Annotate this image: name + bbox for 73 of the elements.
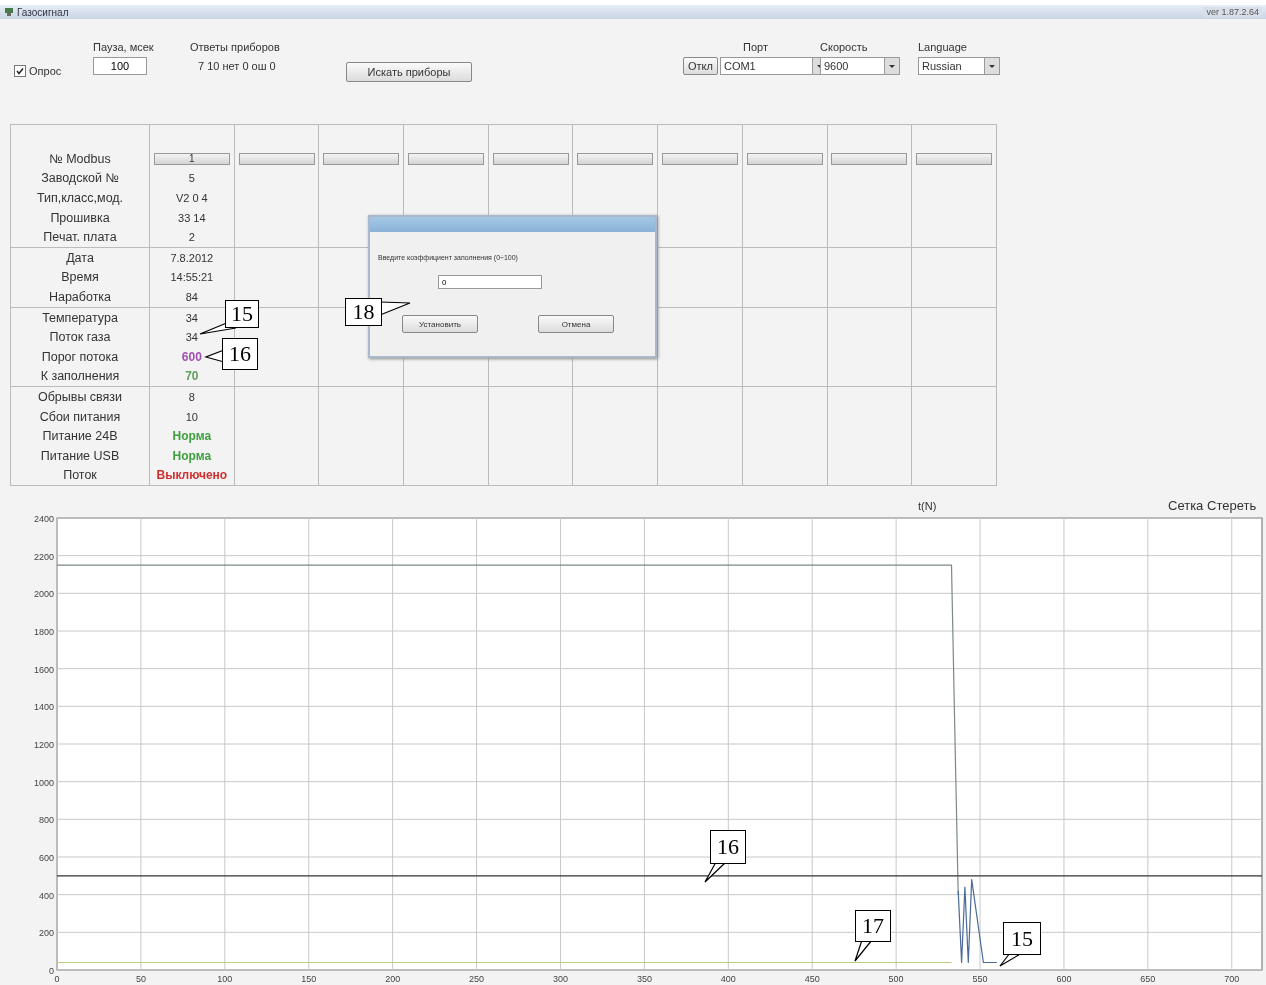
port-label: Порт	[743, 41, 768, 53]
x-tick-label: 50	[135, 974, 146, 984]
y-tick-label: 800	[38, 815, 54, 826]
callout-label: 16	[222, 338, 258, 370]
x-tick-label: 100	[217, 974, 233, 984]
table-cell: 14:55:21	[170, 271, 214, 284]
row-label: Тип,класс,мод.	[36, 191, 124, 205]
row-label: Время	[61, 270, 99, 285]
row-label: Наработка	[48, 289, 112, 304]
x-tick-label: 0	[54, 974, 60, 984]
x-tick-label: 500	[888, 974, 904, 984]
y-tick-label: 2200	[33, 551, 54, 562]
callout-label: 15	[225, 300, 259, 328]
answers-label: Ответы приборов	[190, 41, 280, 53]
x-tick-label: 300	[552, 974, 568, 984]
row-label: Заводской №	[41, 171, 119, 186]
table-cell: 33 14	[178, 211, 206, 224]
y-tick-label: 400	[38, 890, 54, 901]
row-label: Поток газа	[49, 330, 111, 345]
y-tick-label: 1600	[33, 664, 54, 675]
table-cell: 10	[185, 410, 198, 423]
x-tick-label: 250	[469, 974, 485, 984]
y-tick-label: 1200	[33, 740, 54, 750]
table-cell: 84	[185, 290, 198, 303]
table-cell: 8	[188, 390, 195, 403]
y-tick-label: 600	[38, 853, 54, 863]
table-cell: 34	[185, 331, 198, 344]
version-label: ver 1.87.2.64	[1203, 7, 1262, 17]
y-tick-label: 2000	[33, 589, 54, 600]
x-tick-label: 700	[1224, 974, 1240, 984]
y-tick-label: 200	[38, 928, 54, 939]
table-cell: Норма	[172, 448, 212, 463]
x-tick-label: 200	[385, 974, 401, 984]
x-tick-label: 550	[972, 974, 988, 984]
row-label: Порог потока	[41, 349, 119, 364]
table-cell: Выключено	[156, 468, 228, 483]
table-cell: 70	[185, 369, 199, 384]
row-label: Поток	[63, 468, 97, 483]
row-label: № Modbus	[49, 151, 111, 166]
row-label: Температура	[42, 310, 118, 325]
x-tick-label: 450	[804, 974, 820, 984]
row-label: Дата	[66, 250, 94, 265]
row-label: Питание 24В	[42, 429, 118, 444]
y-tick-label: 1000	[33, 777, 54, 788]
y-tick-label: 1400	[33, 702, 54, 713]
x-tick-label: 400	[720, 974, 736, 984]
table-cell: 5	[188, 172, 195, 185]
row-label: Печат. плата	[43, 230, 117, 245]
answers-value: 7 10 нет 0 ош 0	[197, 59, 276, 72]
table-cell: V2 0 4	[175, 192, 208, 204]
table-cell: 2	[188, 231, 195, 244]
table-cell: 7.8.2012	[170, 251, 214, 264]
y-tick-label: 0	[49, 966, 54, 976]
x-tick-label: 650	[1140, 974, 1156, 984]
pause-label: Пауза, мсек	[93, 41, 154, 53]
axis-label: t(N)	[918, 500, 937, 512]
x-tick-label: 150	[301, 974, 317, 984]
window-title: Газосигнал	[17, 6, 69, 18]
language-label: Language	[918, 41, 967, 53]
poll-label: Опрос	[29, 65, 62, 77]
y-tick-label: 2400	[33, 514, 54, 524]
table-cell: 34	[185, 311, 198, 324]
row-label: К заполнения	[40, 369, 120, 384]
y-tick-label: 1800	[33, 627, 54, 637]
table-cell: 600	[181, 349, 202, 364]
row-label: Сбои питания	[39, 409, 121, 424]
row-label: Прошивка	[50, 210, 110, 225]
x-tick-label: 600	[1056, 974, 1072, 984]
row-label: Обрывы связи	[37, 389, 123, 404]
x-tick-label: 350	[636, 974, 652, 984]
row-label: Питание USB	[40, 448, 120, 463]
table-cell: Норма	[172, 429, 212, 444]
speed-label: Скорость	[820, 41, 868, 53]
